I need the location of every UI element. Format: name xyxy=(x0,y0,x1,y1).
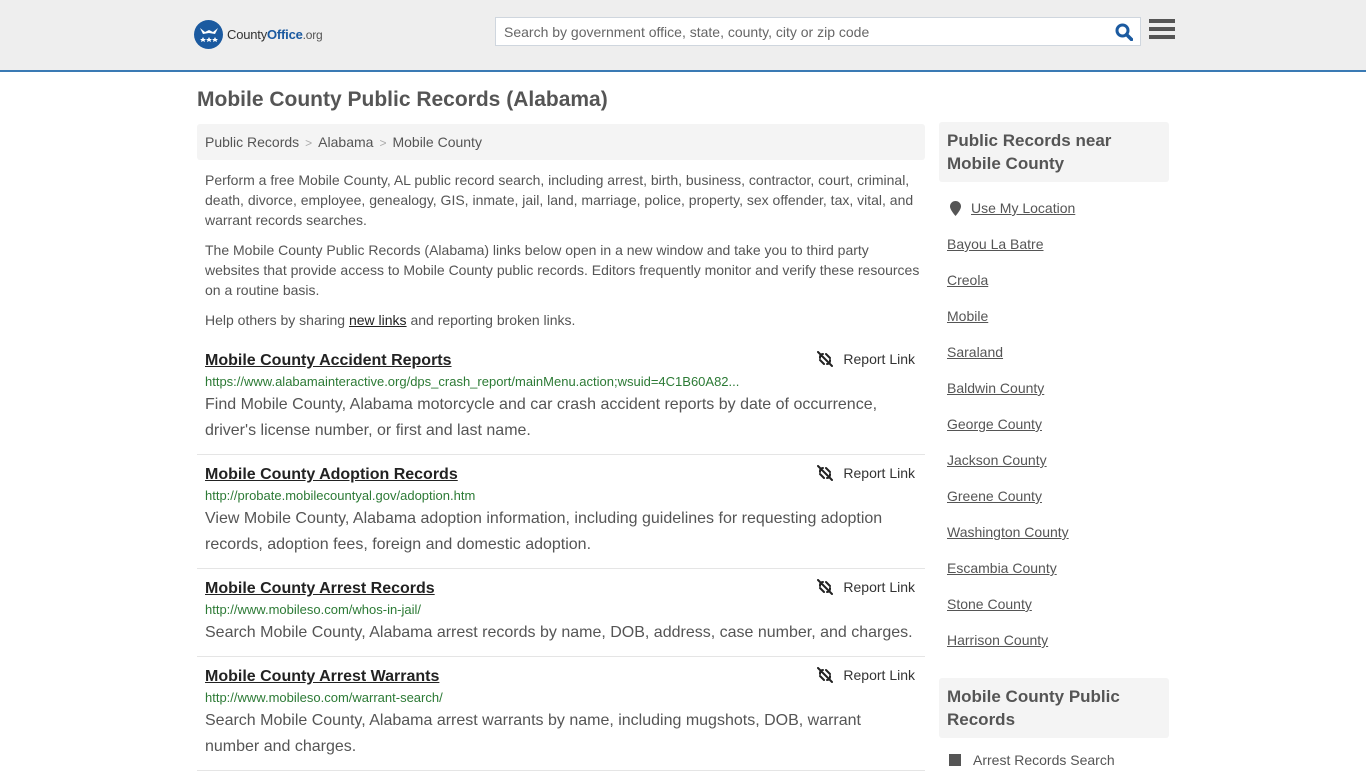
intro-paragraph-3: Help others by sharing new links and rep… xyxy=(205,310,920,330)
nearby-item: Bayou La Batre xyxy=(947,226,1161,262)
nearby-item: Creola xyxy=(947,262,1161,298)
record-url: https://www.alabamainteractive.org/dps_c… xyxy=(205,374,740,389)
record-title-link[interactable]: Mobile County Arrest Records xyxy=(205,578,435,600)
nearby-item: Stone County xyxy=(947,586,1161,622)
broken-link-icon xyxy=(817,667,834,683)
nearby-link[interactable]: Jackson County xyxy=(947,452,1047,468)
broken-link-icon xyxy=(817,351,834,367)
nearby-item: Jackson County xyxy=(947,442,1161,478)
report-link-label: Report Link xyxy=(843,579,915,595)
nearby-item: Baldwin County xyxy=(947,370,1161,406)
breadcrumb-alabama[interactable]: Alabama xyxy=(318,134,373,150)
arrest-records-search-link[interactable]: Arrest Records Search xyxy=(973,752,1115,768)
nearby-heading: Public Records near Mobile County xyxy=(939,122,1169,182)
report-link-label: Report Link xyxy=(843,465,915,481)
nearby-item: George County xyxy=(947,406,1161,442)
record-description: View Mobile County, Alabama adoption inf… xyxy=(205,510,883,553)
hamburger-menu-icon[interactable] xyxy=(1149,19,1175,43)
record-url: http://www.mobileso.com/warrant-search/ xyxy=(205,690,443,705)
nearby-item: Escambia County xyxy=(947,550,1161,586)
site-header: CountyOffice.org xyxy=(0,0,1366,72)
breadcrumb-separator: > xyxy=(305,136,313,150)
search-box xyxy=(495,17,1141,46)
nearby-item: Mobile xyxy=(947,298,1161,334)
nearby-item: Harrison County xyxy=(947,622,1161,658)
new-links-link[interactable]: new links xyxy=(349,312,407,328)
use-location-item: Use My Location xyxy=(947,190,1161,226)
record-url: http://probate.mobilecountyal.gov/adopti… xyxy=(205,488,476,503)
logo-office: Office xyxy=(267,27,303,42)
nearby-item: Saraland xyxy=(947,334,1161,370)
nearby-list: Use My Location Bayou La Batre Creola Mo… xyxy=(939,182,1169,658)
logo-eagle-icon xyxy=(194,20,223,49)
breadcrumb-public-records[interactable]: Public Records xyxy=(205,134,299,150)
broken-link-icon xyxy=(817,579,834,595)
nearby-item: Washington County xyxy=(947,514,1161,550)
record-title-link[interactable]: Mobile County Adoption Records xyxy=(205,464,458,486)
nearby-link[interactable]: Washington County xyxy=(947,524,1069,540)
nearby-link[interactable]: Creola xyxy=(947,272,988,288)
logo-org: .org xyxy=(302,28,323,42)
record-description: Find Mobile County, Alabama motorcycle a… xyxy=(205,396,878,439)
record-title-link[interactable]: Mobile County Arrest Warrants xyxy=(205,666,439,688)
sidebar: Public Records near Mobile County Use My… xyxy=(939,122,1169,768)
intro-paragraph-1: Perform a free Mobile County, AL public … xyxy=(205,172,914,228)
nearby-link[interactable]: Bayou La Batre xyxy=(947,236,1044,252)
search-icon xyxy=(1115,23,1133,41)
breadcrumb-mobile-county: Mobile County xyxy=(392,134,482,150)
county-records-item: Arrest Records Search xyxy=(939,738,1169,768)
search-button[interactable] xyxy=(1112,21,1136,43)
nearby-link[interactable]: Mobile xyxy=(947,308,988,324)
report-link-label: Report Link xyxy=(843,667,915,683)
search-input[interactable] xyxy=(496,18,1096,45)
report-link-button[interactable]: Report Link xyxy=(817,351,915,367)
record-item: Mobile County Accident Reports Report Li… xyxy=(197,346,925,455)
intro-paragraph-2: The Mobile County Public Records (Alabam… xyxy=(205,242,920,298)
record-item: Mobile County Arrest Records Report Link… xyxy=(197,569,925,657)
report-link-button[interactable]: Report Link xyxy=(817,465,915,481)
nearby-link[interactable]: George County xyxy=(947,416,1042,432)
logo-county: County xyxy=(227,27,267,42)
report-link-button[interactable]: Report Link xyxy=(817,579,915,595)
nearby-link[interactable]: Baldwin County xyxy=(947,380,1044,396)
record-title-link[interactable]: Mobile County Accident Reports xyxy=(205,350,452,372)
site-logo[interactable]: CountyOffice.org xyxy=(194,20,323,49)
nearby-item: Greene County xyxy=(947,478,1161,514)
page-title: Mobile County Public Records (Alabama) xyxy=(197,88,608,111)
county-records-heading: Mobile County Public Records xyxy=(939,678,1169,738)
intro-text-span: and reporting broken links. xyxy=(406,312,576,328)
use-my-location-link[interactable]: Use My Location xyxy=(971,200,1075,216)
nearby-link[interactable]: Greene County xyxy=(947,488,1042,504)
intro-text-span: Help others by sharing xyxy=(205,312,349,328)
nearby-link[interactable]: Stone County xyxy=(947,596,1032,612)
broken-link-icon xyxy=(817,465,834,481)
intro-text: Perform a free Mobile County, AL public … xyxy=(205,170,920,340)
records-list: Mobile County Accident Reports Report Li… xyxy=(197,346,925,771)
logo-wordmark: CountyOffice.org xyxy=(227,27,323,42)
breadcrumb: Public Records > Alabama > Mobile County xyxy=(197,124,925,160)
report-link-button[interactable]: Report Link xyxy=(817,667,915,683)
record-description: Search Mobile County, Alabama arrest war… xyxy=(205,712,861,755)
record-description: Search Mobile County, Alabama arrest rec… xyxy=(205,624,913,641)
breadcrumb-separator: > xyxy=(379,136,387,150)
nearby-link[interactable]: Escambia County xyxy=(947,560,1057,576)
record-item: Mobile County Arrest Warrants Report Lin… xyxy=(197,657,925,771)
record-url: http://www.mobileso.com/whos-in-jail/ xyxy=(205,602,422,617)
records-category-icon xyxy=(949,754,961,766)
nearby-link[interactable]: Saraland xyxy=(947,344,1003,360)
report-link-label: Report Link xyxy=(843,351,915,367)
map-marker-icon xyxy=(950,200,961,216)
record-item: Mobile County Adoption Records Report Li… xyxy=(197,455,925,569)
nearby-link[interactable]: Harrison County xyxy=(947,632,1048,648)
